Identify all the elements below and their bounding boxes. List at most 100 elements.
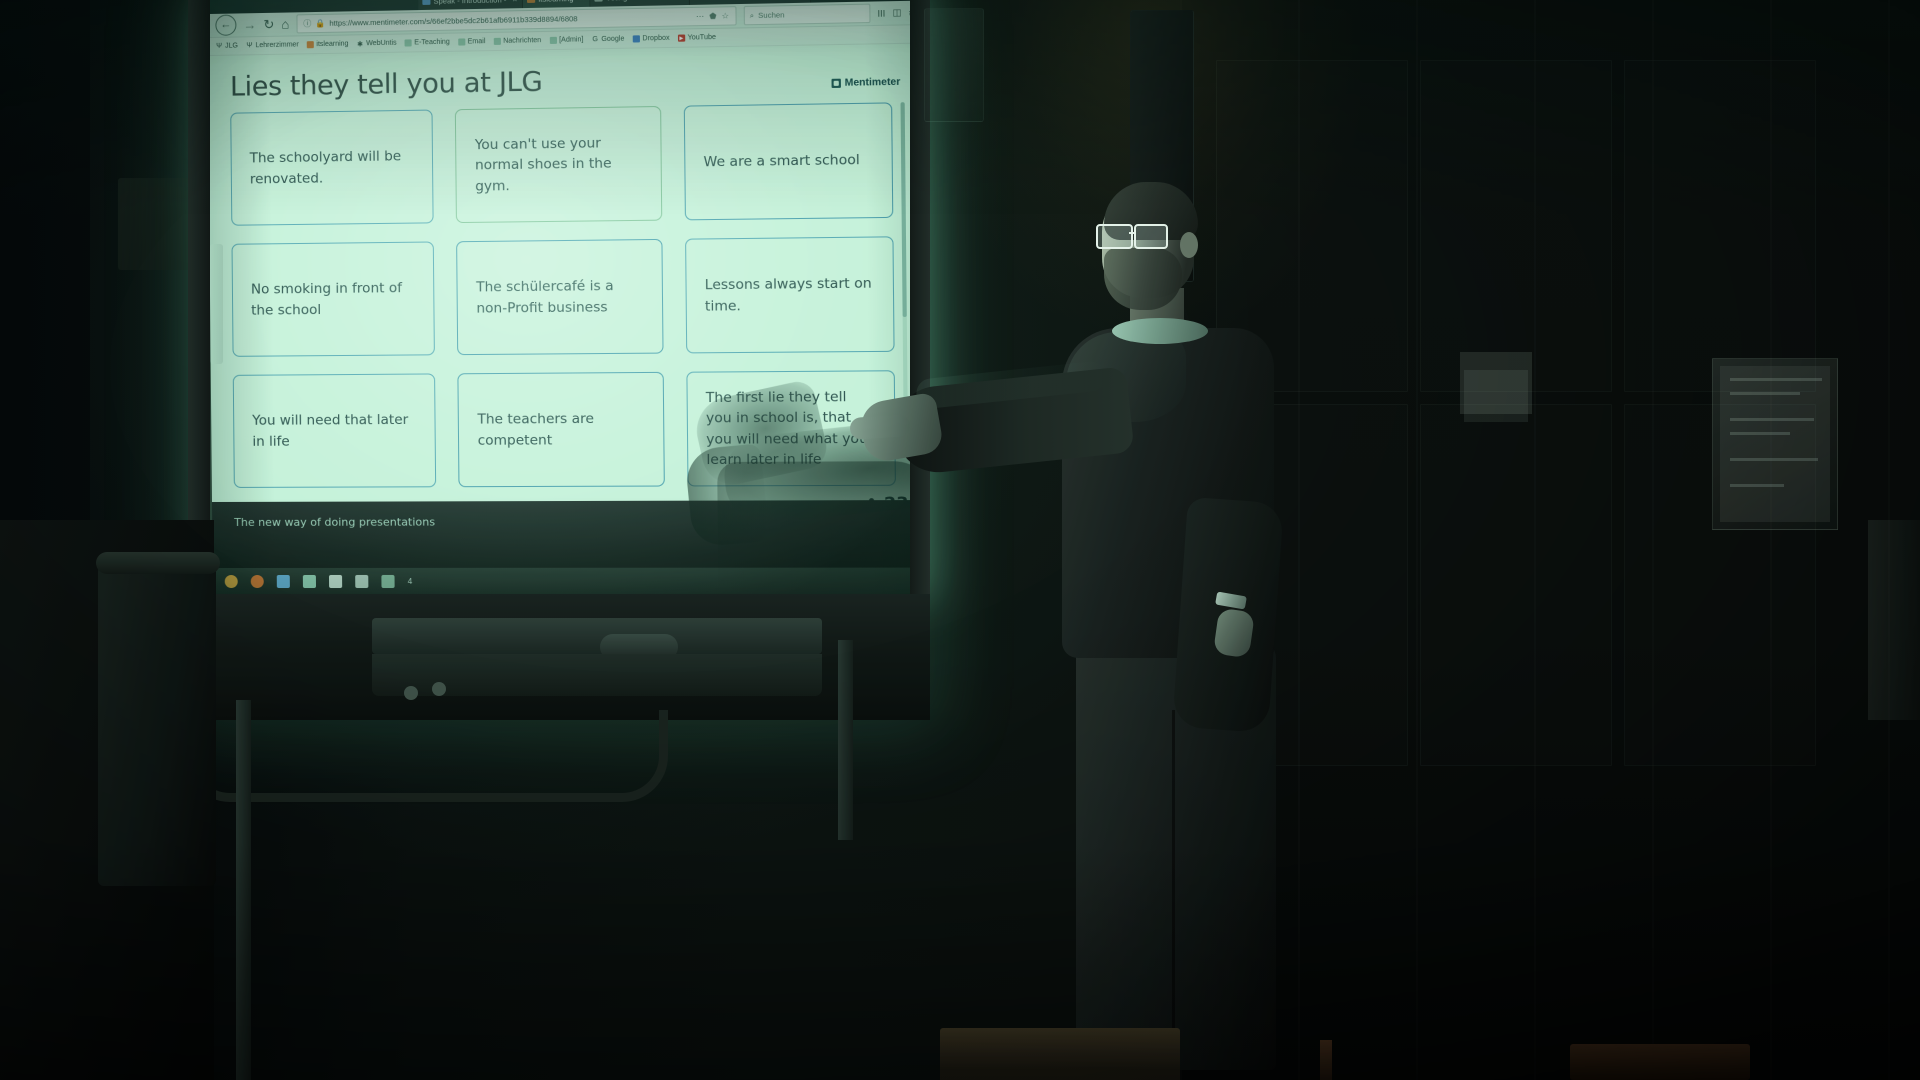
- notice-sheet: [1720, 366, 1830, 522]
- bookmark-item[interactable]: [Admin]: [549, 36, 583, 45]
- bookmark-label: Dropbox: [642, 34, 670, 43]
- bookmark-label: Lehrerzimmer: [255, 41, 299, 50]
- sidebar-icon[interactable]: ◫: [892, 7, 901, 18]
- lens-left: [1096, 224, 1133, 249]
- bookmark-item[interactable]: ✱ WebUntis: [357, 40, 397, 48]
- mail-icon[interactable]: [302, 574, 317, 588]
- response-card[interactable]: The schoolyard will be renovated.: [230, 109, 434, 226]
- bookmark-label: JLG: [225, 42, 238, 50]
- lens-right: [1134, 224, 1168, 249]
- mentimeter-logo: Mentimeter: [831, 77, 900, 89]
- forward-icon[interactable]: →: [243, 17, 256, 32]
- notice-line: [1730, 484, 1784, 487]
- search-input[interactable]: ⌕ Suchen: [743, 3, 871, 26]
- response-card[interactable]: You will need that later in life: [232, 373, 437, 488]
- back-icon[interactable]: ←: [215, 14, 237, 36]
- tab-favicon-icon: [422, 0, 431, 5]
- youtube-icon: ▶: [677, 34, 686, 42]
- bookmark-item[interactable]: E-Teaching: [404, 39, 450, 47]
- tab-favicon-icon: [527, 0, 536, 3]
- desktop-background: The new way of doing presentations 4: [211, 500, 929, 595]
- notice-line: [1730, 432, 1790, 435]
- notice-line: [1730, 392, 1800, 395]
- response-card[interactable]: The schülercafé is a non-Profit business: [456, 238, 664, 356]
- shield-icon[interactable]: ⬟: [709, 12, 716, 21]
- folder-icon: [404, 39, 412, 47]
- folder-icon: [457, 38, 466, 46]
- address-bar-actions: ⋯ ⬟ ☆: [696, 11, 729, 21]
- bookmark-label: Google: [601, 35, 625, 44]
- bookmark-label: YouTube: [687, 33, 717, 42]
- mentimeter-page: Lies they tell you at JLG Mentimeter The…: [207, 43, 929, 595]
- bookmark-icon: Ψ: [216, 42, 223, 50]
- search-placeholder: Suchen: [758, 10, 785, 20]
- tab-title: Voting - Mentimeter: [606, 0, 673, 2]
- presenter-collar: [1112, 318, 1208, 344]
- stylus-tray[interactable]: [210, 244, 223, 364]
- overflow-icon[interactable]: ⋯: [696, 12, 704, 21]
- tab-close-icon[interactable]: ×: [512, 0, 517, 4]
- bookmark-item[interactable]: itslearning: [306, 41, 349, 49]
- display-screen[interactable]: Speak - Introduction - × itslearning × V…: [207, 0, 929, 595]
- bookmark-item[interactable]: G Google: [592, 35, 625, 44]
- bookmark-item[interactable]: Nachrichten: [493, 37, 541, 45]
- bookmark-item[interactable]: Email: [457, 38, 486, 46]
- trolley-button[interactable]: [404, 686, 418, 700]
- trolley-handle[interactable]: [184, 710, 668, 802]
- waste-bin: [98, 556, 216, 886]
- image-thumb-icon[interactable]: [381, 574, 395, 588]
- windows-taskbar: 4: [212, 567, 929, 595]
- bookmark-star-icon[interactable]: ☆: [722, 11, 729, 20]
- new-tab-button[interactable]: +: [811, 0, 832, 3]
- responses-area: The schoolyard will be renovated. You ca…: [220, 102, 921, 557]
- bookmark-item[interactable]: Ψ JLG: [216, 42, 238, 49]
- url-text: https://www.mentimeter.com/s/66ef2bbe5dc…: [329, 14, 578, 28]
- firefox-icon[interactable]: [250, 574, 264, 588]
- response-text: No smoking in front of the school: [250, 280, 403, 319]
- word-icon[interactable]: [355, 574, 369, 588]
- trolley-leg: [236, 700, 251, 1080]
- response-text: The schoolyard will be renovated.: [249, 148, 402, 187]
- wall-panel: [1420, 60, 1612, 392]
- tab-close-icon[interactable]: ×: [580, 0, 585, 2]
- lock-icon: 🔒: [315, 18, 326, 29]
- bookmark-item[interactable]: Ψ Lehrerzimmer: [246, 41, 299, 50]
- bookmark-label: WebUntis: [366, 39, 397, 48]
- response-card[interactable]: No smoking in front of the school: [231, 241, 436, 357]
- folder-icon[interactable]: [328, 574, 343, 588]
- bookmark-item[interactable]: Dropbox: [632, 34, 670, 43]
- eyeglasses: [1096, 224, 1182, 249]
- response-card[interactable]: You can't use your normal shoes in the g…: [455, 105, 662, 224]
- bookmark-label: Nachrichten: [503, 37, 542, 45]
- response-text: Lessons always start on time.: [704, 275, 872, 315]
- mentimeter-mark-icon: [831, 78, 841, 89]
- response-card[interactable]: The teachers are competent: [457, 371, 665, 488]
- wall-panel: [1420, 404, 1612, 766]
- notice-line: [1730, 378, 1822, 381]
- interactive-display: Speak - Introduction - × itslearning × V…: [188, 0, 930, 720]
- trolley-button[interactable]: [432, 682, 446, 696]
- wall-papers-2: [1464, 370, 1528, 422]
- reload-icon[interactable]: ↻: [263, 17, 274, 32]
- taskbar-badge: 4: [407, 576, 413, 586]
- foreground-chair: [1570, 1044, 1750, 1080]
- response-card[interactable]: We are a smart school: [683, 102, 894, 221]
- wall-panel: [1624, 60, 1816, 392]
- response-text: We are a smart school: [703, 152, 860, 171]
- page-info-icon[interactable]: ⓘ: [303, 18, 311, 29]
- desktop-tagline: The new way of doing presentations: [234, 515, 436, 529]
- framed-notice: [1712, 358, 1838, 530]
- browser-tab-active[interactable]: itslearning ×: [523, 0, 591, 9]
- tab-title: Speak - Introduction -: [433, 0, 507, 6]
- wall-speaker-left: [118, 178, 196, 270]
- bookmark-label: Email: [467, 38, 486, 46]
- home-icon[interactable]: ⌂: [281, 17, 289, 32]
- library-icon[interactable]: III: [877, 8, 885, 18]
- tab-close-icon[interactable]: ×: [679, 0, 684, 1]
- responses-grid: The schoolyard will be renovated. You ca…: [230, 102, 896, 488]
- start-orb-icon[interactable]: [224, 574, 238, 588]
- response-card[interactable]: Lessons always start on time.: [684, 236, 895, 354]
- bookmark-item[interactable]: ▶ YouTube: [677, 33, 717, 42]
- explorer-icon[interactable]: [276, 574, 290, 588]
- notice-line: [1730, 418, 1814, 421]
